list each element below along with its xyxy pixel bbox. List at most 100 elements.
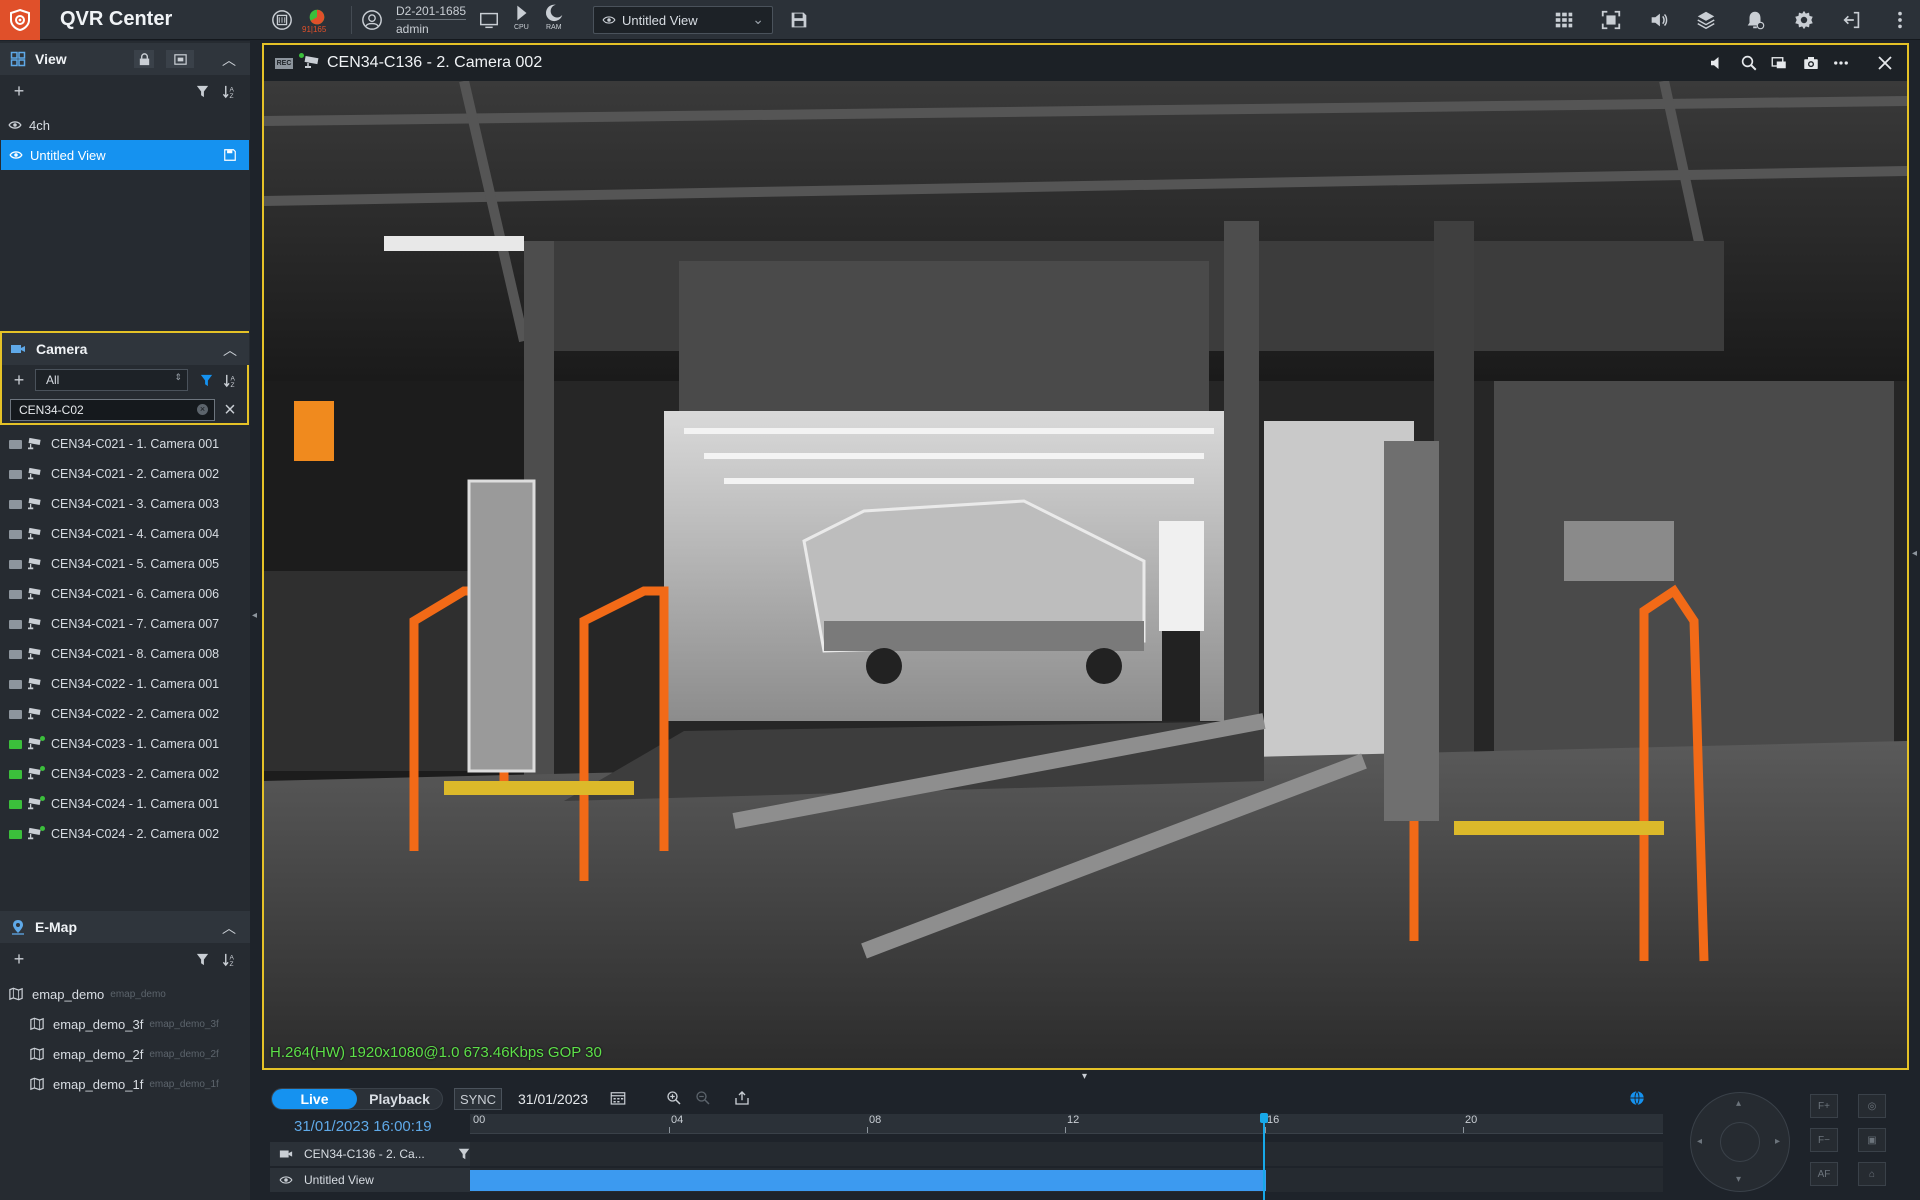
export-icon[interactable] bbox=[732, 1088, 752, 1108]
camera-list-item[interactable]: CEN34-C023 - 2. Camera 002 bbox=[0, 759, 250, 789]
clear-input-icon[interactable]: × bbox=[197, 404, 208, 415]
emap-list-item[interactable]: emap_demo_1f emap_demo_1f bbox=[30, 1070, 219, 1098]
camera-list-item[interactable]: CEN34-C023 - 1. Camera 001 bbox=[0, 729, 250, 759]
camera-list-item[interactable]: CEN34-C024 - 2. Camera 002 bbox=[0, 819, 250, 849]
emap-item-label: emap_demo bbox=[32, 986, 105, 1002]
emap-list-item[interactable]: emap_demo_3f emap_demo_3f bbox=[30, 1010, 219, 1038]
chevron-up-icon[interactable]: ︿ bbox=[223, 340, 239, 358]
fullscreen-icon[interactable] bbox=[1597, 6, 1625, 34]
alarm-icon[interactable] bbox=[1741, 6, 1769, 34]
snapshot-icon[interactable] bbox=[1801, 53, 1821, 73]
ptz-preset-icon[interactable]: ◎ bbox=[1858, 1094, 1886, 1118]
zoom-icon[interactable] bbox=[1739, 53, 1759, 73]
track-label[interactable]: CEN34-C136 - 2. Ca... bbox=[270, 1142, 470, 1166]
emap-list-item[interactable]: emap_demo emap_demo bbox=[9, 980, 166, 1008]
more-vertical-icon[interactable] bbox=[1886, 6, 1914, 34]
calendar-icon[interactable] bbox=[608, 1088, 628, 1108]
tab-playback[interactable]: Playback bbox=[357, 1089, 442, 1109]
focus-far-button[interactable]: F+ bbox=[1810, 1094, 1838, 1118]
sync-button[interactable]: SYNC bbox=[454, 1088, 502, 1110]
ptz-left-arrow-icon[interactable]: ◂ bbox=[1697, 1136, 1702, 1147]
ptz-home-button[interactable] bbox=[1720, 1122, 1760, 1162]
camera-search-input[interactable]: CEN34-C02 × bbox=[10, 399, 215, 421]
camera-list-item[interactable]: CEN34-C021 - 4. Camera 004 bbox=[0, 519, 250, 549]
collapse-right-arrow[interactable]: ◂ bbox=[1912, 548, 1917, 559]
chevron-up-icon[interactable]: ︿ bbox=[222, 50, 238, 68]
gear-icon[interactable] bbox=[1790, 6, 1818, 34]
collapse-sidebar-arrow[interactable]: ◂ bbox=[252, 610, 260, 626]
camera-filter-select[interactable]: All ⇕ bbox=[35, 369, 188, 391]
sort-icon[interactable]: AZ bbox=[221, 371, 239, 389]
view-select[interactable]: Untitled View ⌄ bbox=[593, 6, 773, 34]
close-icon[interactable] bbox=[1875, 53, 1895, 73]
camera-list-item[interactable]: CEN34-C022 - 2. Camera 002 bbox=[0, 699, 250, 729]
track-bar[interactable] bbox=[470, 1168, 1663, 1192]
add-icon[interactable]: + bbox=[10, 949, 28, 969]
tab-live[interactable]: Live bbox=[272, 1089, 357, 1109]
layers-icon[interactable] bbox=[1692, 6, 1720, 34]
sort-icon[interactable]: AZ bbox=[220, 950, 238, 968]
emap-item-sublabel: emap_demo bbox=[110, 988, 166, 1000]
filter-icon[interactable] bbox=[448, 1147, 470, 1161]
top-bar: QVR Center 91|165 D2-201-1685 admin CPU … bbox=[0, 0, 1920, 40]
video-panel[interactable]: REC CEN34-C136 - 2. Camera 002 H.264(HW)… bbox=[262, 43, 1909, 1070]
sort-icon[interactable]: AZ bbox=[220, 82, 238, 100]
ptz-down-arrow-icon[interactable]: ▾ bbox=[1736, 1174, 1741, 1185]
playhead[interactable] bbox=[1263, 1113, 1265, 1200]
track-bar[interactable] bbox=[470, 1142, 1663, 1166]
camera-item-label: CEN34-C023 - 2. Camera 002 bbox=[51, 767, 220, 781]
monitor-icon[interactable] bbox=[475, 6, 503, 34]
pip-icon[interactable] bbox=[1769, 53, 1789, 73]
rec-status-icon bbox=[9, 829, 22, 839]
filter-icon[interactable] bbox=[197, 371, 215, 389]
zoom-out-icon[interactable] bbox=[693, 1088, 713, 1108]
ptz-right-arrow-icon[interactable]: ▸ bbox=[1775, 1136, 1780, 1147]
filter-icon[interactable] bbox=[193, 950, 211, 968]
ptz-camera-icon[interactable]: ▣ bbox=[1858, 1128, 1886, 1152]
hour-tick-label: 08 bbox=[869, 1114, 882, 1126]
speaker-icon[interactable] bbox=[1707, 53, 1727, 73]
save-icon[interactable] bbox=[223, 148, 237, 162]
add-icon[interactable]: + bbox=[10, 81, 28, 101]
camera-filter-value: All bbox=[46, 373, 60, 387]
lock-icon[interactable] bbox=[134, 50, 154, 68]
time-ruler[interactable]: 00 04 08 12 16 20 bbox=[470, 1114, 1663, 1134]
camera-list-item[interactable]: CEN34-C021 - 7. Camera 007 bbox=[0, 609, 250, 639]
ptz-alarm-icon[interactable]: ⌂ bbox=[1858, 1162, 1886, 1186]
globe-icon[interactable] bbox=[1629, 1090, 1645, 1106]
rec-status-icon bbox=[9, 529, 22, 539]
focus-near-button[interactable]: F− bbox=[1810, 1128, 1838, 1152]
volume-icon[interactable] bbox=[1645, 6, 1673, 34]
camera-list-item[interactable]: CEN34-C021 - 3. Camera 003 bbox=[0, 489, 250, 519]
track-label[interactable]: Untitled View bbox=[270, 1168, 470, 1192]
filter-icon[interactable] bbox=[193, 82, 211, 100]
rec-status-icon bbox=[9, 769, 22, 779]
playhead-handle[interactable] bbox=[1260, 1113, 1268, 1123]
user-icon[interactable] bbox=[358, 6, 386, 34]
close-icon[interactable]: × bbox=[221, 399, 239, 421]
rec-status-icon bbox=[9, 799, 22, 809]
save-icon[interactable] bbox=[785, 6, 813, 34]
zoom-in-icon[interactable] bbox=[664, 1088, 684, 1108]
layout-icon[interactable] bbox=[166, 50, 194, 68]
camera-list-item[interactable]: CEN34-C021 - 5. Camera 005 bbox=[0, 549, 250, 579]
camera-list-item[interactable]: CEN34-C024 - 1. Camera 001 bbox=[0, 789, 250, 819]
server-icon[interactable] bbox=[268, 6, 296, 34]
view-list-item[interactable]: Untitled View bbox=[1, 140, 249, 170]
camera-item-label: CEN34-C021 - 7. Camera 007 bbox=[51, 617, 220, 631]
rec-status-icon bbox=[9, 439, 22, 449]
camera-list-item[interactable]: CEN34-C021 - 6. Camera 006 bbox=[0, 579, 250, 609]
ptz-up-arrow-icon[interactable]: ▴ bbox=[1736, 1098, 1741, 1109]
emap-list-item[interactable]: emap_demo_2f emap_demo_2f bbox=[30, 1040, 219, 1068]
camera-list-item[interactable]: CEN34-C022 - 1. Camera 001 bbox=[0, 669, 250, 699]
add-icon[interactable]: + bbox=[10, 370, 28, 390]
auto-focus-button[interactable]: AF bbox=[1810, 1162, 1838, 1186]
chevron-up-icon[interactable]: ︿ bbox=[222, 918, 238, 936]
camera-list-item[interactable]: CEN34-C021 - 1. Camera 001 bbox=[0, 429, 250, 459]
view-list-item[interactable]: 4ch bbox=[0, 110, 250, 140]
more-horizontal-icon[interactable] bbox=[1831, 53, 1851, 73]
camera-list-item[interactable]: CEN34-C021 - 2. Camera 002 bbox=[0, 459, 250, 489]
logout-icon[interactable] bbox=[1838, 6, 1866, 34]
grid-layout-icon[interactable] bbox=[1550, 6, 1578, 34]
camera-list-item[interactable]: CEN34-C021 - 8. Camera 008 bbox=[0, 639, 250, 669]
